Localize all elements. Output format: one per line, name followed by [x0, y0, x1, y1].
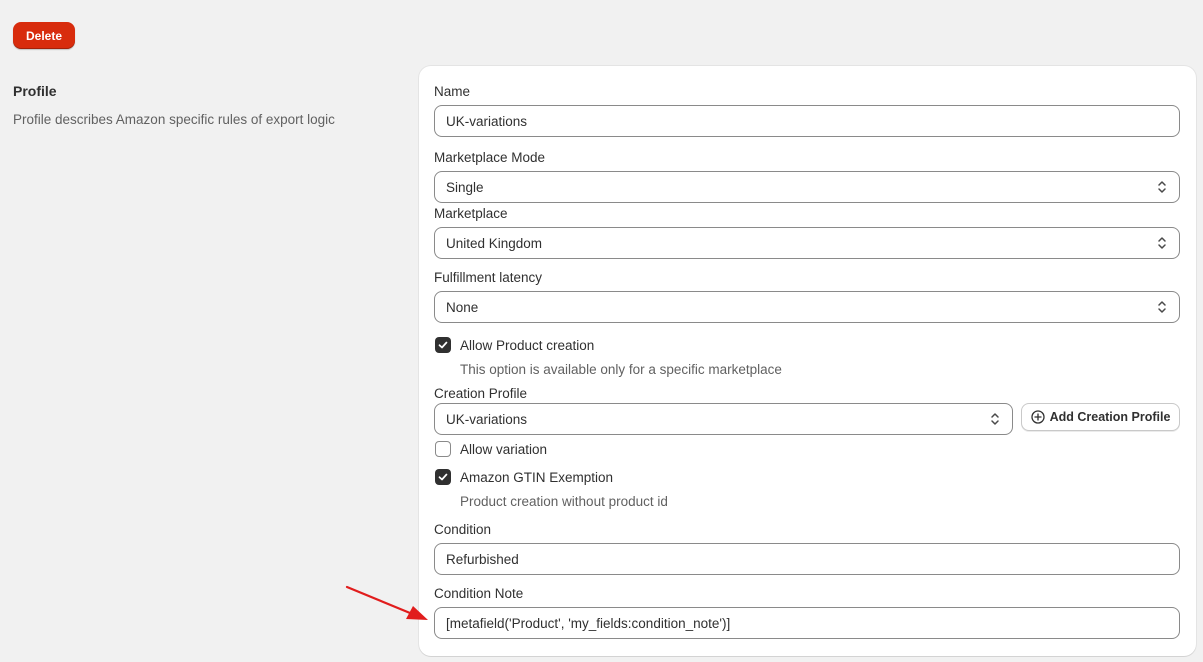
add-creation-profile-label: Add Creation Profile [1049, 410, 1171, 424]
allow-product-creation-help: This option is available only for a spec… [460, 362, 782, 377]
red-arrow-icon [345, 585, 428, 620]
checkmark-icon [438, 341, 448, 349]
creation-profile-value: UK-variations [446, 411, 528, 427]
condition-value: Refurbished [446, 551, 519, 567]
fulfillment-latency-select[interactable]: None [434, 291, 1180, 323]
allow-product-creation-checkbox[interactable] [435, 337, 451, 353]
condition-label: Condition [434, 522, 492, 537]
creation-profile-label: Creation Profile [434, 386, 528, 401]
name-input[interactable]: UK-variations [434, 105, 1180, 137]
chevron-up-down-icon [1157, 299, 1169, 315]
chevron-up-down-icon [990, 411, 1002, 427]
fulfillment-latency-label: Fulfillment latency [434, 270, 543, 285]
fulfillment-latency-value: None [446, 299, 479, 315]
marketplace-label: Marketplace [434, 206, 508, 221]
checkmark-icon [438, 473, 448, 481]
creation-profile-select[interactable]: UK-variations [434, 403, 1013, 435]
gtin-exemption-label: Amazon GTIN Exemption [460, 470, 614, 485]
marketplace-mode-value: Single [446, 179, 484, 195]
gtin-exemption-help: Product creation without product id [460, 494, 668, 509]
chevron-up-down-icon [1157, 235, 1169, 251]
chevron-up-down-icon [1157, 179, 1169, 195]
allow-product-creation-label: Allow Product creation [460, 338, 595, 353]
plus-circle-icon [1030, 410, 1045, 424]
name-value: UK-variations [446, 113, 528, 129]
allow-variation-label: Allow variation [460, 442, 548, 457]
marketplace-select[interactable]: United Kingdom [434, 227, 1180, 259]
add-creation-profile-button[interactable]: Add Creation Profile [1021, 403, 1180, 431]
delete-button[interactable]: Delete [13, 22, 75, 49]
section-title: Profile [13, 83, 57, 99]
marketplace-mode-label: Marketplace Mode [434, 150, 546, 165]
condition-note-value: [metafield('Product', 'my_fields:conditi… [446, 615, 731, 631]
allow-variation-checkbox[interactable] [435, 441, 451, 457]
marketplace-value: United Kingdom [446, 235, 543, 251]
marketplace-mode-select[interactable]: Single [434, 171, 1180, 203]
condition-note-label: Condition Note [434, 586, 524, 601]
name-label: Name [434, 84, 471, 99]
condition-note-input[interactable]: [metafield('Product', 'my_fields:conditi… [434, 607, 1180, 639]
section-description: Profile describes Amazon specific rules … [13, 112, 335, 127]
condition-input[interactable]: Refurbished [434, 543, 1180, 575]
gtin-exemption-checkbox[interactable] [435, 469, 451, 485]
